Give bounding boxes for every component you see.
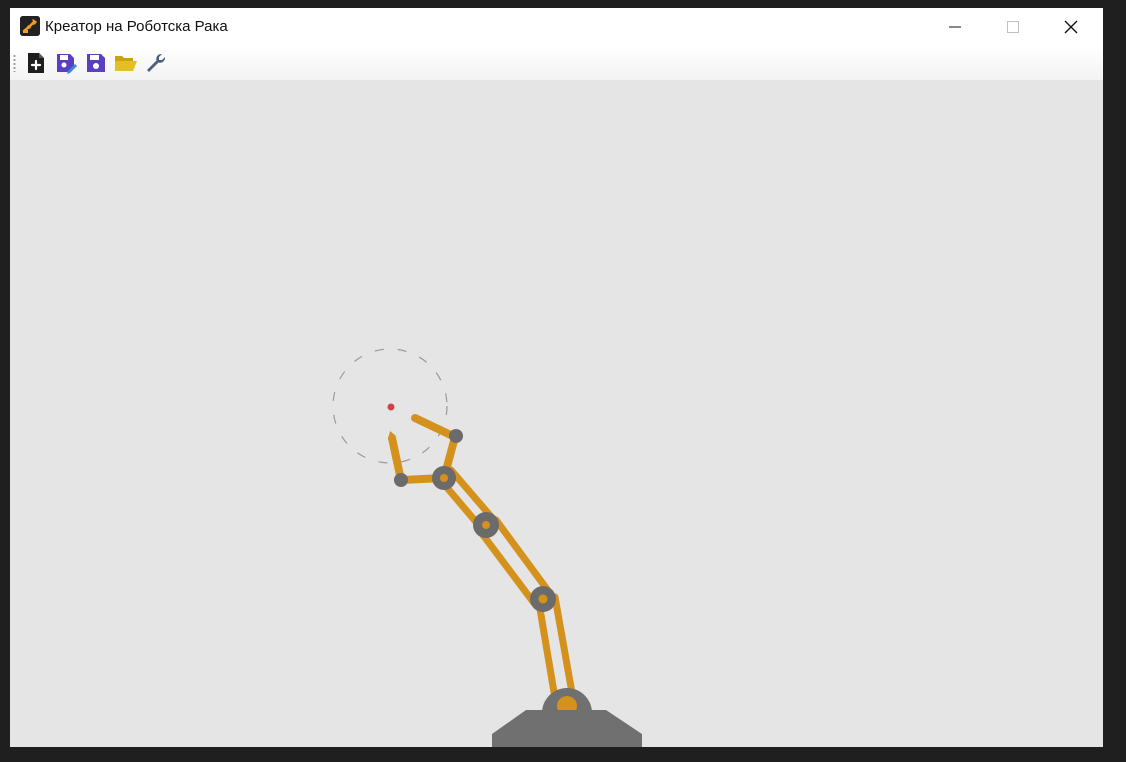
save-button[interactable] <box>84 51 108 75</box>
wrench-icon <box>147 53 166 72</box>
edit-save-button[interactable] <box>54 51 78 75</box>
joint-wrist[interactable] <box>432 466 456 490</box>
floppy-disk-icon <box>87 54 105 72</box>
arm-segment-1[interactable] <box>535 593 578 708</box>
open-folder-button[interactable] <box>114 51 138 75</box>
new-file-button[interactable] <box>24 51 48 75</box>
window-title: Креатор на Роботска Рака <box>45 18 228 35</box>
save-edit-icon <box>57 54 77 74</box>
folder-open-icon <box>115 56 137 71</box>
robot-base[interactable] <box>492 688 642 747</box>
robot-arm-app-icon <box>20 16 40 36</box>
gripper-joint-left[interactable] <box>394 473 408 487</box>
target-point[interactable] <box>387 403 395 411</box>
settings-button[interactable] <box>144 51 168 75</box>
toolbar-grip[interactable] <box>13 54 16 72</box>
robot-arm-scene <box>332 348 642 747</box>
robot-arm-canvas[interactable] <box>10 80 1103 747</box>
close-button[interactable] <box>1042 8 1100 46</box>
minimize-icon <box>949 26 961 28</box>
joint-shoulder[interactable] <box>530 586 556 612</box>
gripper-joint-right[interactable] <box>449 429 463 443</box>
title-bar[interactable]: Креатор на Роботска Рака <box>10 8 1103 46</box>
app-window: Креатор на Роботска Рака <box>10 8 1103 747</box>
maximize-icon <box>1007 21 1019 33</box>
maximize-button[interactable] <box>984 8 1042 46</box>
new-document-icon <box>28 53 44 73</box>
toolbar <box>10 46 1103 81</box>
joint-elbow[interactable] <box>473 512 499 538</box>
close-icon <box>1064 20 1078 34</box>
minimize-button[interactable] <box>926 8 984 46</box>
